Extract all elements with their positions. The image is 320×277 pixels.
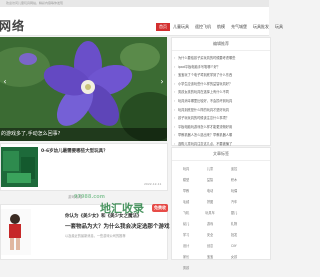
list-item[interactable]: 早教机器人怎么选出来？早教机器人哪 xyxy=(172,131,270,140)
tag-link[interactable]: DIY xyxy=(222,241,246,252)
tag-link[interactable]: 婴儿 xyxy=(222,208,246,219)
topbar-text: 欢迎访问儿童玩具网站，精彩内容等你发现 xyxy=(6,1,64,5)
nav-item-wholesale[interactable]: 玩具批发 xyxy=(250,23,272,31)
nav-item-models[interactable]: 航模 xyxy=(214,23,228,31)
tags-title: 文章标签 xyxy=(172,148,270,161)
tag-link[interactable]: 礼物 xyxy=(222,219,246,230)
tag-link[interactable]: 设计 xyxy=(174,241,198,252)
article-card[interactable]: 0-6岁幼儿最需要哪些大型玩具？ 2022-12-11 xyxy=(0,143,168,191)
list-item[interactable]: 孩子玩玩具的时候该注意什么事项？ xyxy=(172,114,270,123)
recommend-list: 为什么要给孩子买玩具的时候要考虑哪些 ipad平板电脑手写笔哪个好？ 宝宝玩了个… xyxy=(172,51,270,149)
nav-item-rc-planes[interactable]: 遥控飞机 xyxy=(192,23,214,31)
tag-link[interactable]: 电动 xyxy=(198,186,222,197)
article-subtitle[interactable]: 一套物品为大？为什么我会决定选那个游戏 xyxy=(65,222,170,230)
article-summary: 以及最近的最新消息，一些游戏公司的推荐 xyxy=(65,234,126,238)
tag-link[interactable]: 模型 xyxy=(174,175,198,186)
tag-link[interactable]: 创意 xyxy=(198,241,222,252)
tag-link[interactable]: 批发 xyxy=(222,230,246,241)
tag-link[interactable]: 玩具 xyxy=(174,164,198,175)
hero-prev-arrow[interactable]: ‹ xyxy=(1,77,9,87)
tag-cloud: 玩具 儿童 遥控 模型 益智 积木 早教 电动 玩偶 毛绒 拼图 汽车 飞机 玩… xyxy=(172,161,270,277)
tag-link[interactable]: 遥控 xyxy=(222,164,246,175)
hero-caption[interactable]: 的游戏多了,手动怎么回事? xyxy=(0,128,167,141)
tag-link[interactable]: 安全 xyxy=(198,230,222,241)
tag-link[interactable]: 男孩 xyxy=(174,263,198,274)
article-thumbnail xyxy=(1,209,31,255)
tag-box: 文章标签 玩具 儿童 遥控 模型 益智 积木 早教 电动 玩偶 毛绒 拼图 汽车… xyxy=(171,147,271,270)
tag-link[interactable]: 玩具车 xyxy=(198,208,222,219)
recommend-title: 编辑推荐 xyxy=(172,38,270,51)
list-item[interactable]: 为什么要给孩子买玩具的时候要考虑哪些 xyxy=(172,54,270,63)
article-title[interactable]: 0-6岁幼儿最需要哪些大型玩具？ xyxy=(41,148,108,154)
watermark-brand: 地汇收录 xyxy=(100,202,144,215)
watermark-badge: 免费收 xyxy=(152,204,168,212)
tag-link[interactable]: 早教 xyxy=(174,186,198,197)
top-bar: 欢迎访问儿童玩具网站，精彩内容等你发现 xyxy=(0,0,269,7)
nav-item-bouncy-castle[interactable]: 充气城堡 xyxy=(228,23,250,31)
list-item[interactable]: 宝宝玩了个电子琴到底学到了什么东西 xyxy=(172,71,270,80)
watermark-url: 97988.com xyxy=(74,194,105,200)
logo-text: 网络 xyxy=(0,19,26,33)
tag-link[interactable]: 积木 xyxy=(222,175,246,186)
hero-slider[interactable]: ‹ › 的游戏多了,手动怎么回事? xyxy=(0,37,167,141)
list-item[interactable]: 男孩女孩的玩具在选择上有什么不同 xyxy=(172,88,270,97)
tag-link[interactable]: 汽车 xyxy=(222,197,246,208)
tag-link[interactable]: 学习 xyxy=(174,230,198,241)
article-date: 2022-12-11 xyxy=(144,182,162,186)
nav-item-kids-toys[interactable]: 儿童玩具 xyxy=(170,23,192,31)
editor-recommend-box: 编辑推荐 为什么要给孩子买玩具的时候要考虑哪些 ipad平板电脑手写笔哪个好？ … xyxy=(171,37,271,149)
site-header: 网络 首页 儿童玩具 遥控飞机 航模 充气城堡 玩具批发 玩具 xyxy=(0,7,283,36)
nav-item-home[interactable]: 首页 xyxy=(156,23,170,31)
list-item[interactable]: 玩具到底是什么样的玩具才是好玩具 xyxy=(172,106,270,115)
tag-link[interactable]: 幼儿 xyxy=(174,219,198,230)
site-logo[interactable]: 网络 xyxy=(0,17,25,34)
tag-link[interactable]: 儿童 xyxy=(198,164,222,175)
tag-link[interactable]: 飞机 xyxy=(174,208,198,219)
list-item[interactable]: 平板电脑玩游戏怎么样才能更流畅好用 xyxy=(172,123,270,132)
list-item[interactable]: ipad平板电脑手写笔哪个好？ xyxy=(172,63,270,72)
hero-next-arrow[interactable]: › xyxy=(158,77,166,87)
main-nav: 首页 儿童玩具 遥控飞机 航模 充气城堡 玩具批发 玩具 xyxy=(156,23,286,31)
tag-link[interactable]: 玩偶 xyxy=(222,186,246,197)
list-item[interactable]: 玩具消毒哪里比较好，不会损坏到玩具 xyxy=(172,97,270,106)
tag-link[interactable]: 游戏 xyxy=(198,219,222,230)
tag-link[interactable]: 毛绒 xyxy=(174,197,198,208)
hero-image xyxy=(0,37,167,141)
nav-item-toys[interactable]: 玩具 xyxy=(272,23,286,31)
article-thumbnail xyxy=(1,147,38,187)
tag-link[interactable]: 益智 xyxy=(198,175,222,186)
tag-link[interactable]: 拼图 xyxy=(198,197,222,208)
list-item[interactable]: 小学生应该玩些什么样的益智玩具好？ xyxy=(172,80,270,89)
